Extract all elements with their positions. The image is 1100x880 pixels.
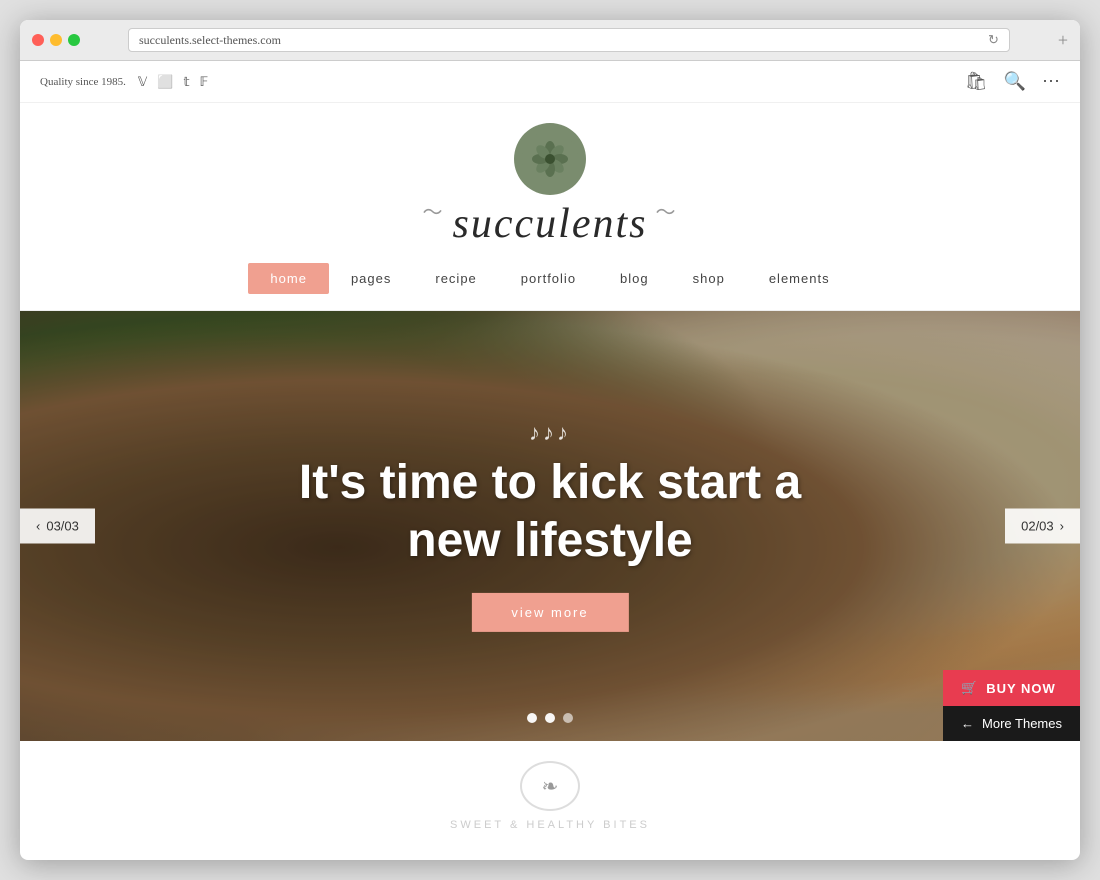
browser-chrome: succulents.select-themes.com ↻ +: [20, 20, 1080, 61]
search-icon[interactable]: 🔍: [1004, 71, 1026, 92]
more-themes-button[interactable]: ← More Themes: [943, 706, 1080, 741]
tagline: Quality since 1985.: [40, 76, 126, 88]
slider-prev-button[interactable]: ‹ 03/03: [20, 509, 95, 544]
below-fold: ❧ SWEET & HEALTHY BITES: [20, 741, 1080, 831]
reload-icon[interactable]: ↻: [988, 32, 999, 48]
hero-content: ♪♪♪ It's time to kick start a new lifest…: [299, 420, 801, 632]
prev-arrow-icon: ‹: [36, 519, 40, 534]
logo-image: [514, 123, 586, 195]
slider-dots: [527, 713, 573, 723]
site-header: succulents: [20, 103, 1080, 255]
new-tab-button[interactable]: +: [1058, 30, 1068, 51]
twitter-icon[interactable]: 𝕥: [183, 74, 189, 90]
url-text: succulents.select-themes.com: [139, 33, 281, 48]
floating-buttons: 🛒 BUY NOW ← More Themes: [943, 670, 1080, 741]
browser-window: succulents.select-themes.com ↻ + Quality…: [20, 20, 1080, 860]
site-title: succulents: [453, 203, 648, 245]
vimeo-icon[interactable]: 𝕍: [138, 74, 147, 90]
nav-item-elements[interactable]: elements: [747, 263, 852, 294]
website-content: Quality since 1985. 𝕍 ⬜ 𝕥 𝔽 🛍 🔍 ⋯: [20, 61, 1080, 860]
nav-item-blog[interactable]: blog: [598, 263, 671, 294]
top-bar-right: 🛍 🔍 ⋯: [965, 71, 1060, 92]
below-tagline: SWEET & HEALTHY BITES: [450, 819, 650, 831]
traffic-lights: [32, 34, 80, 46]
top-bar: Quality since 1985. 𝕍 ⬜ 𝕥 𝔽 🛍 🔍 ⋯: [20, 61, 1080, 103]
close-button[interactable]: [32, 34, 44, 46]
below-logo-circle: ❧: [520, 761, 580, 811]
hero-script-text: ♪♪♪: [299, 420, 801, 446]
dot-2[interactable]: [545, 713, 555, 723]
facebook-icon[interactable]: 𝔽: [200, 74, 209, 90]
dot-1[interactable]: [527, 713, 537, 723]
top-bar-left: Quality since 1985. 𝕍 ⬜ 𝕥 𝔽: [40, 74, 208, 90]
nav-item-portfolio[interactable]: portfolio: [499, 263, 598, 294]
hero-slider: ♪♪♪ It's time to kick start a new lifest…: [20, 311, 1080, 741]
more-icon[interactable]: ⋯: [1042, 71, 1060, 92]
next-arrow-icon: ›: [1060, 519, 1064, 534]
prev-slide-label: 03/03: [46, 519, 79, 534]
below-logo-icon: ❧: [542, 774, 559, 799]
nav-item-home[interactable]: home: [248, 263, 329, 294]
hero-title: It's time to kick start a new lifestyle: [299, 454, 801, 569]
nav-item-shop[interactable]: shop: [671, 263, 747, 294]
slider-next-button[interactable]: 02/03 ›: [1005, 509, 1080, 544]
dot-3[interactable]: [563, 713, 573, 723]
next-slide-label: 02/03: [1021, 519, 1054, 534]
cart-icon[interactable]: 🛍: [965, 71, 988, 92]
nav-item-pages[interactable]: pages: [329, 263, 413, 294]
social-icons: 𝕍 ⬜ 𝕥 𝔽: [138, 74, 208, 90]
nav-item-recipe[interactable]: recipe: [413, 263, 498, 294]
back-arrow-icon: ←: [961, 716, 974, 731]
more-themes-label: More Themes: [982, 716, 1062, 731]
address-bar[interactable]: succulents.select-themes.com ↻: [128, 28, 1010, 52]
minimize-button[interactable]: [50, 34, 62, 46]
main-navigation: home pages recipe portfolio blog shop el…: [20, 255, 1080, 311]
cart-icon-btn: 🛒: [961, 680, 978, 696]
instagram-icon[interactable]: ⬜: [157, 74, 173, 90]
buy-now-button[interactable]: 🛒 BUY NOW: [943, 670, 1080, 706]
hero-cta-button[interactable]: view more: [471, 593, 628, 632]
maximize-button[interactable]: [68, 34, 80, 46]
buy-now-label: BUY NOW: [986, 681, 1056, 696]
